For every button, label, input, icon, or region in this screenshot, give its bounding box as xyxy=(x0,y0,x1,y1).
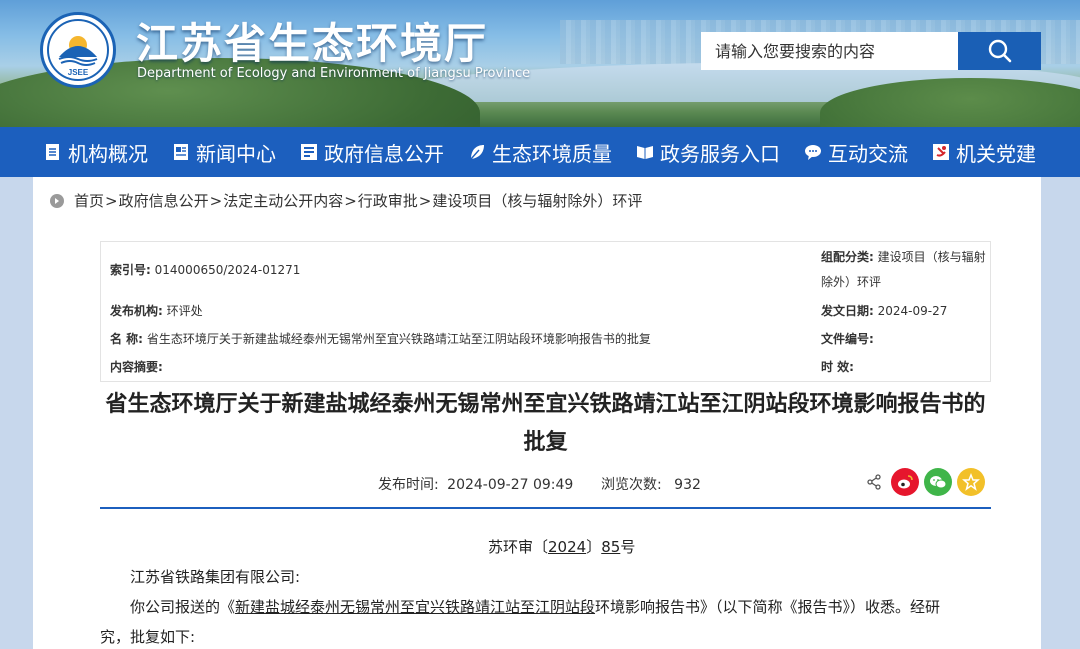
doc-number-num: 85 xyxy=(601,538,621,556)
info-list-icon xyxy=(300,143,318,161)
doc-number-prefix: 苏环审〔 xyxy=(488,538,549,556)
para1-text-cont: 环境影响报告书》（以下简称《报告书》）收悉。经研 xyxy=(595,598,941,616)
document-number: 苏环审〔2024〕85号 xyxy=(488,532,635,562)
search-icon xyxy=(988,39,1011,63)
nav-item-gov-service[interactable]: 政务服务入口 xyxy=(624,127,792,177)
nav-label: 机构概况 xyxy=(68,141,148,166)
publish-time-value: 2024-09-27 09:49 xyxy=(447,477,574,493)
site-logo[interactable]: JSEE xyxy=(40,12,116,88)
publisher-row: 发布机构: 环评处 xyxy=(110,299,203,324)
search-input[interactable] xyxy=(701,32,958,70)
validity-row: 时 效: xyxy=(821,355,854,380)
share-bar xyxy=(866,468,985,496)
nav-label: 政府信息公开 xyxy=(324,141,444,166)
weibo-share-button[interactable] xyxy=(891,468,919,496)
project-name-link[interactable]: 新建盐城经泰州无锡常州至宜兴铁路靖江站至江阴站段 xyxy=(235,598,595,616)
document-info-table: 索引号: 014000650/2024-01271 组配分类: 建设项目（核与辐… xyxy=(100,241,991,382)
breadcrumb-separator: > xyxy=(418,191,432,210)
date-label: 发文日期: xyxy=(821,304,874,318)
favorite-button[interactable] xyxy=(957,468,985,496)
summary-row: 内容摘要: xyxy=(110,355,163,380)
date-row: 发文日期: 2024-09-27 xyxy=(821,299,947,324)
newspaper-icon xyxy=(172,143,190,161)
wechat-icon xyxy=(930,476,947,489)
star-icon xyxy=(962,473,980,491)
main-nav: 机构概况 新闻中心 政府信息公开 生态环境质量 政务服务入口 互动交流 机关党建 xyxy=(0,127,1080,177)
publisher-value: 环评处 xyxy=(166,304,203,318)
addressee: 江苏省铁路集团有限公司: xyxy=(130,568,301,586)
nav-item-gov-info[interactable]: 政府信息公开 xyxy=(288,127,456,177)
svg-text:JSEE: JSEE xyxy=(68,68,89,77)
category-label: 组配分类: xyxy=(821,250,874,264)
article-title-line1: 省生态环境厅关于新建盐城经泰州无锡常州至宜兴铁路靖江站至江阴站段环境影响报告书的 xyxy=(105,392,986,417)
doc-number-year: 2024 xyxy=(548,538,587,556)
nav-label: 机关党建 xyxy=(956,141,1036,166)
summary-label: 内容摘要: xyxy=(110,360,163,374)
category-value-cont: 除外）环评 xyxy=(821,275,882,289)
article-title: 省生态环境厅关于新建盐城经泰州无锡常州至宜兴铁路靖江站至江阴站段环境影响报告书的… xyxy=(100,386,991,462)
location-icon xyxy=(50,193,64,208)
leaf-icon xyxy=(468,143,486,161)
breadcrumb-approval[interactable]: 行政审批 xyxy=(358,190,418,211)
share-icon[interactable] xyxy=(866,474,882,490)
name-row: 名 称: 省生态环境厅关于新建盐城经泰州无锡常州至宜兴铁路靖江站至江阴站段环境影… xyxy=(110,327,651,352)
nav-label: 互动交流 xyxy=(828,141,908,166)
site-subtitle: Department of Ecology and Environment of… xyxy=(137,66,531,81)
index-label: 索引号: xyxy=(110,263,151,277)
nav-label: 生态环境质量 xyxy=(492,141,612,166)
document-icon xyxy=(44,143,62,161)
breadcrumb-eia[interactable]: 建设项目（核与辐射除外）环评 xyxy=(432,190,642,211)
chat-bubble-icon xyxy=(804,143,822,161)
docno-label: 文件编号: xyxy=(821,332,874,346)
nav-item-env-quality[interactable]: 生态环境质量 xyxy=(456,127,624,177)
para1-text: 你公司报送的《 xyxy=(130,598,236,616)
nav-item-news[interactable]: 新闻中心 xyxy=(160,127,288,177)
search-button[interactable] xyxy=(958,32,1041,70)
publisher-label: 发布机构: xyxy=(110,304,163,318)
view-count-label: 浏览次数: xyxy=(601,477,662,493)
breadcrumb-separator: > xyxy=(105,191,118,210)
breadcrumb-statutory[interactable]: 法定主动公开内容 xyxy=(223,190,343,211)
article-title-line2: 批复 xyxy=(523,430,568,455)
right-backdrop xyxy=(1041,177,1080,649)
title-divider xyxy=(100,507,991,509)
open-book-icon xyxy=(636,143,654,161)
breadcrumb-home[interactable]: 首页 xyxy=(74,190,104,211)
breadcrumb-separator: > xyxy=(344,191,357,210)
doc-number-suffix: 号 xyxy=(620,538,636,556)
publish-time: 发布时间: 2024-09-27 09:49 xyxy=(378,474,573,494)
doc-number-mid: 〕 xyxy=(586,538,602,556)
weibo-icon xyxy=(898,475,913,489)
nav-item-interaction[interactable]: 互动交流 xyxy=(792,127,920,177)
category-row: 组配分类: 建设项目（核与辐射 除外）环评 xyxy=(821,245,991,295)
view-count-value: 932 xyxy=(674,477,701,493)
breadcrumb-gov-info[interactable]: 政府信息公开 xyxy=(119,190,209,211)
breadcrumb: 首页 > 政府信息公开 > 法定主动公开内容 > 行政审批 > 建设项目（核与辐… xyxy=(50,190,642,211)
index-row: 索引号: 014000650/2024-01271 xyxy=(110,258,300,283)
publish-time-label: 发布时间: xyxy=(378,477,439,493)
jsee-emblem-icon: JSEE xyxy=(47,19,109,81)
site-title: 江苏省生态环境厅 xyxy=(136,19,489,68)
name-value: 省生态环境厅关于新建盐城经泰州无锡常州至宜兴铁路靖江站至江阴站段环境影响报告书的… xyxy=(146,332,651,346)
wechat-share-button[interactable] xyxy=(924,468,952,496)
paragraph-1-cont: 究，批复如下: xyxy=(100,628,196,646)
name-label: 名 称: xyxy=(110,332,143,346)
validity-label: 时 效: xyxy=(821,360,854,374)
docno-row: 文件编号: xyxy=(821,327,874,352)
nav-item-about[interactable]: 机构概况 xyxy=(32,127,160,177)
nav-label: 新闻中心 xyxy=(196,141,276,166)
paragraph-1: 你公司报送的《新建盐城经泰州无锡常州至宜兴铁路靖江站至江阴站段环境影响报告书》（… xyxy=(130,592,990,622)
left-backdrop xyxy=(0,177,33,649)
nav-item-party[interactable]: 机关党建 xyxy=(920,127,1048,177)
party-emblem-icon xyxy=(932,143,950,161)
breadcrumb-separator: > xyxy=(209,191,223,210)
date-value: 2024-09-27 xyxy=(877,304,948,318)
category-value: 建设项目（核与辐射 xyxy=(877,250,986,264)
index-value: 014000650/2024-01271 xyxy=(154,263,301,277)
view-count: 浏览次数: 932 xyxy=(601,474,701,494)
nav-label: 政务服务入口 xyxy=(660,141,780,166)
